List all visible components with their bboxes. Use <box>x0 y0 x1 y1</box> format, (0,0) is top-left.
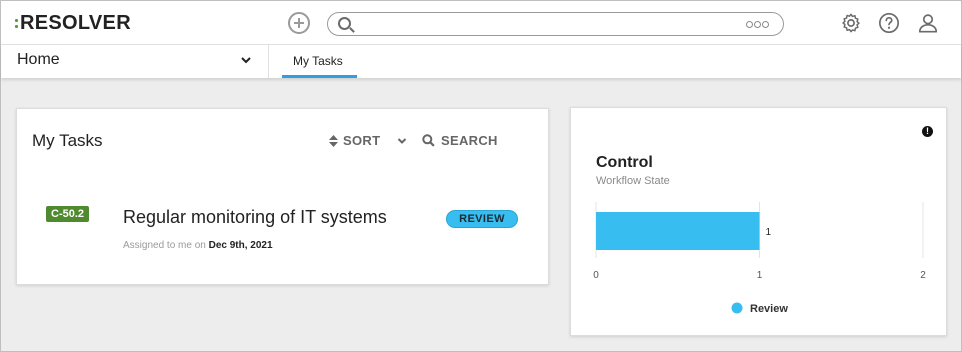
chevron-down-icon <box>241 57 251 64</box>
x-tick-label: 1 <box>757 270 763 281</box>
chevron-down-icon <box>398 137 407 144</box>
more-icon[interactable] <box>746 21 769 28</box>
sort-icon <box>329 134 338 147</box>
search-input[interactable] <box>358 15 738 33</box>
my-tasks-panel: My Tasks SORT SEARCH C-50.2 Regular moni… <box>16 108 549 285</box>
status-badge: REVIEW <box>446 210 518 228</box>
global-search[interactable] <box>327 12 784 36</box>
top-bar: RESOLVER <box>1 1 961 45</box>
x-tick-label: 0 <box>593 270 599 281</box>
control-chart-panel: ! Control Workflow State 0 1 2 1 Review <box>570 107 947 336</box>
sort-label: SORT <box>343 133 381 148</box>
search-icon <box>338 17 351 30</box>
bar-data-label: 1 <box>766 227 772 238</box>
x-tick-label: 2 <box>920 270 926 281</box>
logo-mark-icon <box>15 19 18 28</box>
search-button[interactable]: SEARCH <box>422 133 498 148</box>
task-id-badge: C-50.2 <box>46 206 90 222</box>
legend-marker <box>731 302 743 314</box>
tab-my-tasks[interactable]: My Tasks <box>282 45 357 78</box>
panel-title: My Tasks <box>32 131 103 150</box>
search-icon <box>422 134 435 147</box>
user-icon[interactable] <box>917 12 939 34</box>
task-name[interactable]: Regular monitoring of IT systems <box>123 207 387 228</box>
home-dropdown[interactable]: Home <box>1 45 269 78</box>
assigned-date: Dec 9th, 2021 <box>208 240 273 251</box>
task-assignment: Assigned to me on Dec 9th, 2021 <box>123 240 273 251</box>
add-icon[interactable] <box>288 12 310 34</box>
workflow-state-chart: 0 1 2 1 Review <box>593 202 926 315</box>
nav-bar: Home My Tasks <box>1 45 961 78</box>
help-icon[interactable] <box>878 12 900 34</box>
tab-label: My Tasks <box>293 54 343 68</box>
home-dropdown-label: Home <box>17 51 60 68</box>
gear-icon[interactable] <box>840 12 862 34</box>
search-label: SEARCH <box>441 133 498 148</box>
resolver-logo[interactable]: RESOLVER <box>15 12 131 35</box>
assigned-prefix: Assigned to me on <box>123 240 206 251</box>
legend-label: Review <box>750 303 788 315</box>
logo-text: RESOLVER <box>20 12 131 34</box>
bar <box>596 212 760 250</box>
sort-button[interactable]: SORT <box>329 133 407 148</box>
